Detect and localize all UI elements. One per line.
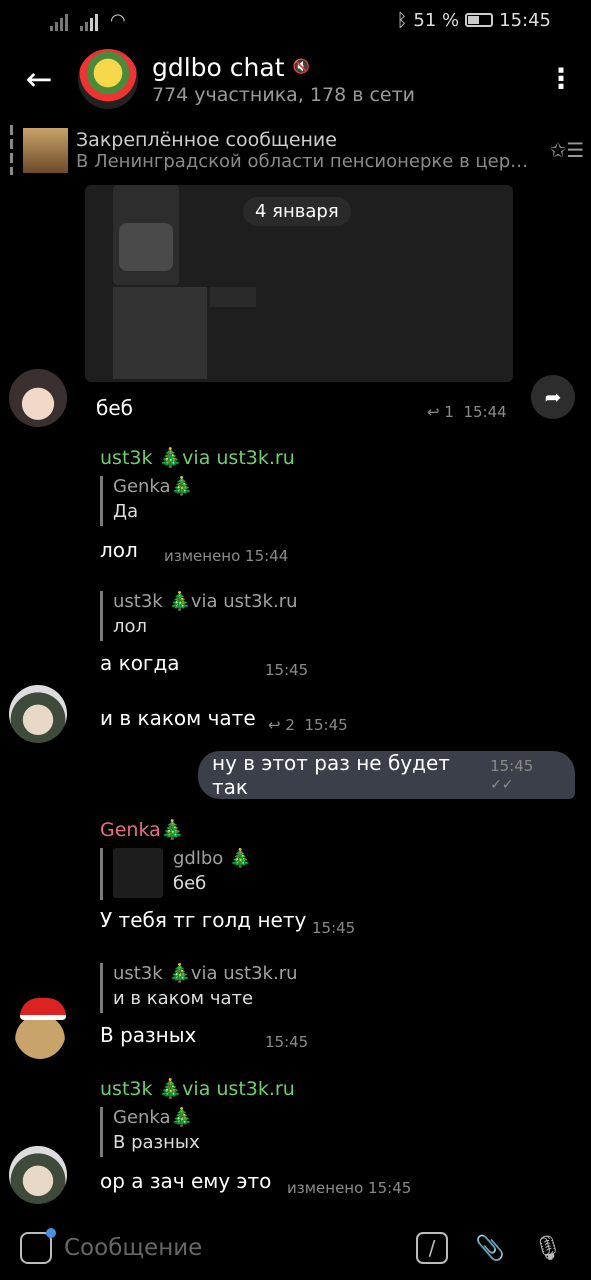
avatar[interactable] — [9, 1146, 67, 1204]
message-text: ну в этот раз не будет так — [212, 751, 450, 799]
status-bar: ◠ ᛒ 51 % 15:45 — [0, 0, 591, 40]
pinned-indicator — [10, 125, 13, 175]
slash-command-icon[interactable]: / — [409, 1225, 455, 1271]
quote-name: Genka🎄 — [113, 476, 193, 497]
sticker-icon[interactable] — [20, 1227, 56, 1264]
sender-name[interactable]: Genka🎄 — [100, 818, 184, 841]
message-meta: изменено 15:44 — [164, 547, 289, 565]
double-check-icon: ✓✓ — [490, 777, 514, 793]
chat-subtitle: 774 участника, 178 в сети — [152, 83, 415, 106]
quote-thumbnail — [113, 848, 163, 898]
message-text: лол — [100, 538, 138, 562]
reply-quote[interactable]: ust3k 🎄via ust3k.ru и в каком чате — [100, 963, 298, 1013]
message-text: В разных — [100, 1023, 197, 1047]
message-time: 15:45 — [304, 716, 348, 734]
reply-icon: ↩ — [427, 403, 440, 421]
message-meta: ↩ 2 15:45 — [268, 716, 348, 734]
pinned-title: Закреплённое сообщение — [76, 128, 337, 151]
microphone-icon[interactable]: 🎙 — [525, 1225, 571, 1271]
message-meta: ↩ 1 15:44 — [427, 403, 507, 421]
message-input[interactable]: Сообщение — [64, 1235, 397, 1261]
message-text: а когда — [100, 651, 180, 675]
pinned-thumbnail — [23, 127, 68, 173]
bluetooth-icon: ᛒ — [396, 9, 408, 31]
date-chip: 4 января — [243, 197, 351, 226]
message-text: ор а зач ему это — [100, 1169, 272, 1193]
sender-name[interactable]: ust3k 🎄via ust3k.ru — [100, 446, 295, 469]
battery-icon — [465, 13, 494, 27]
reply-quote[interactable]: Genka🎄 Да — [100, 476, 193, 526]
reply-quote[interactable]: ust3k 🎄via ust3k.ru лол — [100, 591, 298, 641]
battery-percent: 51 % — [413, 9, 460, 31]
quote-name: ust3k 🎄via ust3k.ru — [113, 591, 298, 612]
status-right: ᛒ 51 % 15:45 — [397, 10, 551, 31]
quote-text: В разных — [113, 1132, 200, 1153]
quote-text: лол — [113, 616, 148, 637]
more-vertical-icon[interactable]: ⋮ — [531, 65, 591, 93]
quote-text: беб — [173, 873, 207, 894]
blurred-image — [119, 223, 173, 271]
chat-avatar[interactable] — [78, 49, 138, 109]
quote-text: Да — [113, 501, 139, 522]
avatar[interactable] — [9, 685, 67, 743]
arrow-left-icon[interactable]: ← — [0, 40, 78, 118]
signal-icon-2 — [80, 13, 98, 31]
quote-name: Genka🎄 — [113, 1107, 193, 1128]
paperclip-icon[interactable]: 📎 — [467, 1225, 513, 1271]
message-input-bar: Сообщение / 📎 🎙 — [0, 1215, 591, 1280]
sender-name[interactable]: ust3k 🎄via ust3k.ru — [100, 1077, 295, 1100]
chat-title: gdlbo chat — [152, 52, 285, 82]
quote-name: ust3k 🎄via ust3k.ru — [113, 963, 298, 984]
chat-header: ← gdlbo chat 🔇 774 участника, 178 в сети … — [0, 40, 591, 118]
screenshot-part — [113, 287, 207, 379]
message-time: 15:45 — [312, 919, 356, 937]
mute-icon: 🔇 — [292, 59, 310, 75]
message-text: и в каком чате — [100, 706, 256, 730]
reply-count[interactable]: 1 — [444, 403, 454, 421]
signal-icon — [50, 13, 68, 31]
pinned-message-bar[interactable]: Закреплённое сообщение В Ленинградской о… — [0, 120, 591, 180]
message-meta: изменено 15:45 — [287, 1179, 412, 1197]
santa-hat-icon — [20, 998, 66, 1020]
chat-info[interactable]: gdlbo chat 🔇 774 участника, 178 в сети — [152, 53, 531, 106]
quote-name: gdlbo 🎄 — [173, 848, 252, 869]
screenshot-part — [210, 287, 256, 307]
message-text: беб — [96, 396, 133, 420]
reply-quote[interactable]: Genka🎄 В разных — [100, 1107, 200, 1157]
image-message[interactable]: 4 января — [85, 185, 513, 382]
message-text: У тебя тг голд нету — [100, 908, 307, 932]
message-time: 15:45 — [490, 757, 534, 775]
message-time: 15:45 — [265, 1033, 309, 1051]
clock: 15:45 — [499, 9, 551, 31]
wifi-icon: ◠ — [110, 9, 126, 31]
forward-icon[interactable]: ➦ — [531, 375, 575, 419]
reply-icon: ↩ — [268, 716, 281, 734]
reply-quote[interactable]: gdlbo 🎄 беб — [100, 848, 251, 900]
avatar[interactable] — [9, 369, 67, 427]
reply-count[interactable]: 2 — [285, 716, 295, 734]
message-time: 15:45 — [265, 661, 309, 679]
quote-text: и в каком чате — [113, 988, 254, 1009]
outgoing-message[interactable]: ну в этот раз не будет так 15:45 ✓✓ — [198, 751, 575, 799]
message-time: 15:44 — [463, 403, 507, 421]
pinned-preview: В Ленинградской области пенсионерке в це… — [76, 150, 531, 172]
unpin-list-icon[interactable]: ✩☰ — [543, 138, 591, 162]
signal-group: ◠ — [50, 10, 126, 31]
